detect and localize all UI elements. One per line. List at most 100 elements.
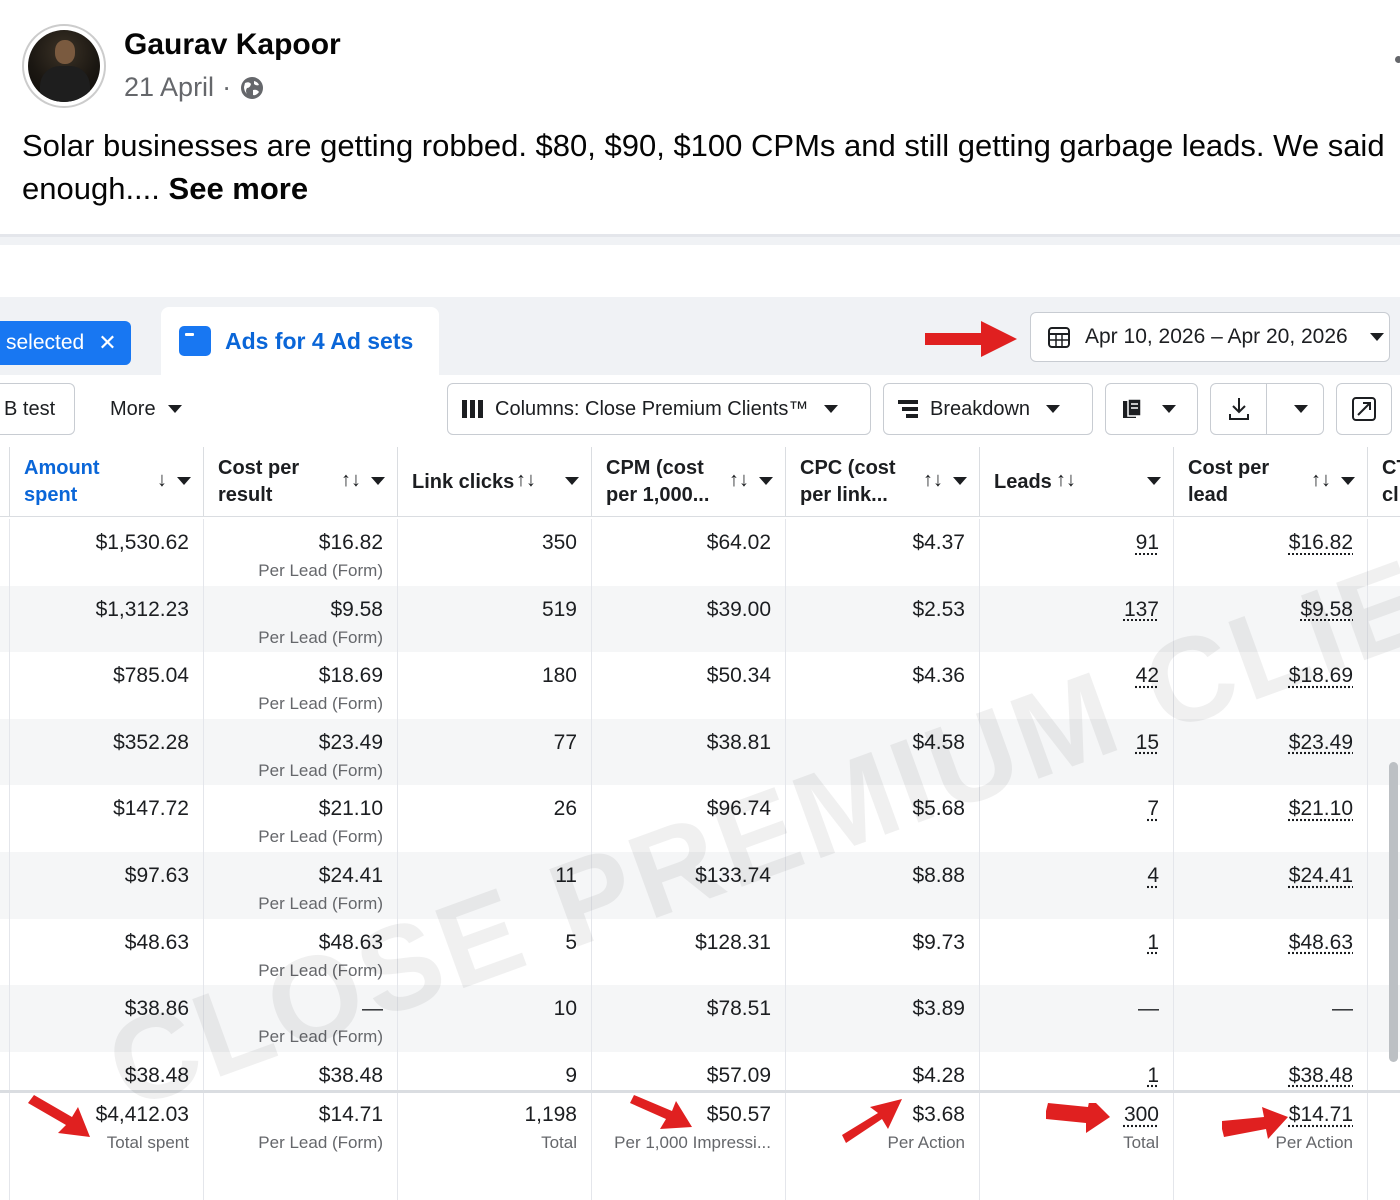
header-line-1: Cost per xyxy=(218,457,300,479)
cell-value[interactable]: $18.69 xyxy=(1289,664,1353,688)
column-header-cost-per-lead[interactable]: Cost per lead ↑↓ xyxy=(1174,447,1368,517)
see-more-link[interactable]: See more xyxy=(169,171,309,206)
table-cell-cost-per-lead: $16.82 xyxy=(1174,519,1368,586)
cell-value[interactable]: 42 xyxy=(1136,664,1159,688)
calendar-icon xyxy=(1048,327,1070,348)
cell-value[interactable]: $21.10 xyxy=(1289,797,1353,821)
close-icon[interactable]: ✕ xyxy=(98,330,116,356)
table-cell-cost-per-lead: $18.69 xyxy=(1174,652,1368,719)
column-header-label: CPM (cost per 1,000... xyxy=(606,455,709,509)
post-date[interactable]: 21 April xyxy=(124,72,214,103)
cell-value: 26 xyxy=(553,797,577,821)
chevron-down-icon[interactable] xyxy=(177,477,191,485)
column-header-label: Leads xyxy=(994,469,1052,496)
cell-value: $18.69 xyxy=(318,664,383,688)
cell-value[interactable]: $23.49 xyxy=(1289,731,1353,755)
column-header-link-clicks[interactable]: Link clicks ↑↓ xyxy=(398,447,592,517)
cell-value[interactable]: 137 xyxy=(1124,598,1159,622)
reports-icon xyxy=(1123,398,1142,418)
more-button[interactable]: More xyxy=(96,383,196,435)
row-stub xyxy=(0,585,10,653)
date-range-picker[interactable]: Apr 10, 2026 – Apr 20, 2026 xyxy=(1030,312,1390,362)
red-arrow-icon xyxy=(630,1095,692,1129)
table-cell-amount-spent: $1,312.23 xyxy=(10,585,204,653)
chevron-down-icon[interactable] xyxy=(759,477,773,485)
chevron-down-icon xyxy=(167,405,182,413)
table-cell-leads: 1 xyxy=(980,918,1174,986)
cell-value[interactable]: 91 xyxy=(1136,531,1159,555)
column-header-amount-spent[interactable]: Amount spent ↓ xyxy=(10,447,204,517)
table-row[interactable]: $38.86 — Per Lead (Form) 10 $78.51 $3.89 — — xyxy=(0,985,1400,1052)
sort-icon[interactable]: ↑↓ xyxy=(1311,467,1331,494)
table-row[interactable]: $48.63 $48.63 Per Lead (Form) 5 $128.31 $9.73… xyxy=(0,918,1400,986)
chevron-down-icon[interactable] xyxy=(1147,477,1161,485)
header-line-1: CT xyxy=(1382,457,1400,479)
cell-value: — xyxy=(1138,997,1159,1021)
table-row[interactable]: $785.04 $18.69 Per Lead (Form) 180 $50.34 $4.… xyxy=(0,652,1400,719)
export-dropdown[interactable] xyxy=(1279,384,1323,434)
download-button[interactable] xyxy=(1211,384,1267,434)
sort-icon[interactable]: ↑↓ xyxy=(341,467,361,494)
table-row[interactable]: $1,530.62 $16.82 Per Lead (Form) 350 $64.02 $… xyxy=(0,519,1400,586)
table-row[interactable]: $147.72 $21.10 Per Lead (Form) 26 $96.74 $5.6… xyxy=(0,785,1400,852)
cell-value: $3.89 xyxy=(912,997,965,1021)
cell-value[interactable]: 1 xyxy=(1147,931,1159,955)
breakdown-icon xyxy=(898,400,918,418)
chevron-down-icon[interactable] xyxy=(1341,477,1355,485)
column-header-leads[interactable]: Leads ↑↓ xyxy=(980,447,1174,517)
cell-value: $24.41 xyxy=(318,864,383,887)
selected-filter-chip[interactable]: selected ✕ xyxy=(0,321,131,365)
table-row[interactable]: $352.28 $23.49 Per Lead (Form) 77 $38.81 $4.5… xyxy=(0,718,1400,786)
cell-value: $39.00 xyxy=(706,597,771,621)
total-value[interactable]: 300 xyxy=(1124,1103,1159,1127)
cell-value[interactable]: 4 xyxy=(1147,864,1159,888)
column-header-cpc[interactable]: CPC (cost per link... ↑↓ xyxy=(786,447,980,517)
sort-descending-icon[interactable]: ↓ xyxy=(157,467,167,494)
sort-icon[interactable]: ↑↓ xyxy=(923,467,943,494)
breakdown-button[interactable]: Breakdown xyxy=(883,383,1093,435)
cell-subtext: Per Lead (Form) xyxy=(258,694,383,714)
expand-button[interactable] xyxy=(1336,383,1392,435)
chevron-down-icon[interactable] xyxy=(371,477,385,485)
export-button[interactable] xyxy=(1210,383,1324,435)
cell-value: $16.82 xyxy=(318,531,383,554)
table-cell-link-clicks: 11 xyxy=(398,852,592,919)
sort-icon[interactable]: ↑↓ xyxy=(516,467,536,494)
cell-value[interactable]: $9.58 xyxy=(1300,598,1353,622)
cell-value[interactable]: 1 xyxy=(1147,1064,1159,1088)
reports-button[interactable] xyxy=(1105,383,1198,435)
row-stub xyxy=(0,652,10,719)
cell-value[interactable]: 15 xyxy=(1136,731,1159,755)
chevron-down-icon[interactable] xyxy=(953,477,967,485)
cell-value[interactable]: $48.63 xyxy=(1289,931,1353,955)
table-cell-cpm: $64.02 xyxy=(592,519,786,586)
column-header-cpm[interactable]: CPM (cost per 1,000... ↑↓ xyxy=(592,447,786,517)
cell-value: $38.48 xyxy=(318,1063,383,1087)
cell-value[interactable]: $24.41 xyxy=(1289,864,1353,888)
sort-icon[interactable]: ↑↓ xyxy=(1056,467,1076,494)
column-header-ctr[interactable]: CT cl xyxy=(1368,447,1400,517)
table-cell-amount-spent: $38.86 xyxy=(10,985,204,1052)
total-value[interactable]: $14.71 xyxy=(1289,1103,1353,1127)
cell-value[interactable]: 7 xyxy=(1147,797,1159,821)
column-header-label: Cost per result xyxy=(218,455,299,509)
table-row[interactable]: $1,312.23 $9.58 Per Lead (Form) 519 $39.00 $2… xyxy=(0,585,1400,653)
columns-button[interactable]: Columns: Close Premium Clients™ xyxy=(447,383,871,435)
ab-test-button[interactable]: B test xyxy=(0,383,75,435)
sort-icon[interactable]: ↑↓ xyxy=(729,467,749,494)
table-cell-cost-per-result: $24.41 Per Lead (Form) xyxy=(204,852,398,919)
table-cell-cpc: $4.58 xyxy=(786,718,980,786)
chevron-down-icon[interactable] xyxy=(565,477,579,485)
cell-value[interactable]: $16.82 xyxy=(1289,531,1353,555)
column-header-cost-per-result[interactable]: Cost per result ↑↓ xyxy=(204,447,398,517)
table-row[interactable]: $97.63 $24.41 Per Lead (Form) 11 $133.74 $8.8… xyxy=(0,852,1400,919)
table-cell-cpc: $3.89 xyxy=(786,985,980,1052)
row-stub xyxy=(0,852,10,919)
avatar[interactable] xyxy=(22,24,106,108)
author-name[interactable]: Gaurav Kapoor xyxy=(124,28,341,62)
vertical-scrollbar[interactable] xyxy=(1389,762,1398,1062)
table-cell-cpc: $4.36 xyxy=(786,652,980,719)
tab-ads[interactable]: Ads for 4 Ad sets xyxy=(161,307,439,375)
cell-value[interactable]: $38.48 xyxy=(1289,1064,1353,1088)
post-options-icon[interactable] xyxy=(1395,56,1400,63)
